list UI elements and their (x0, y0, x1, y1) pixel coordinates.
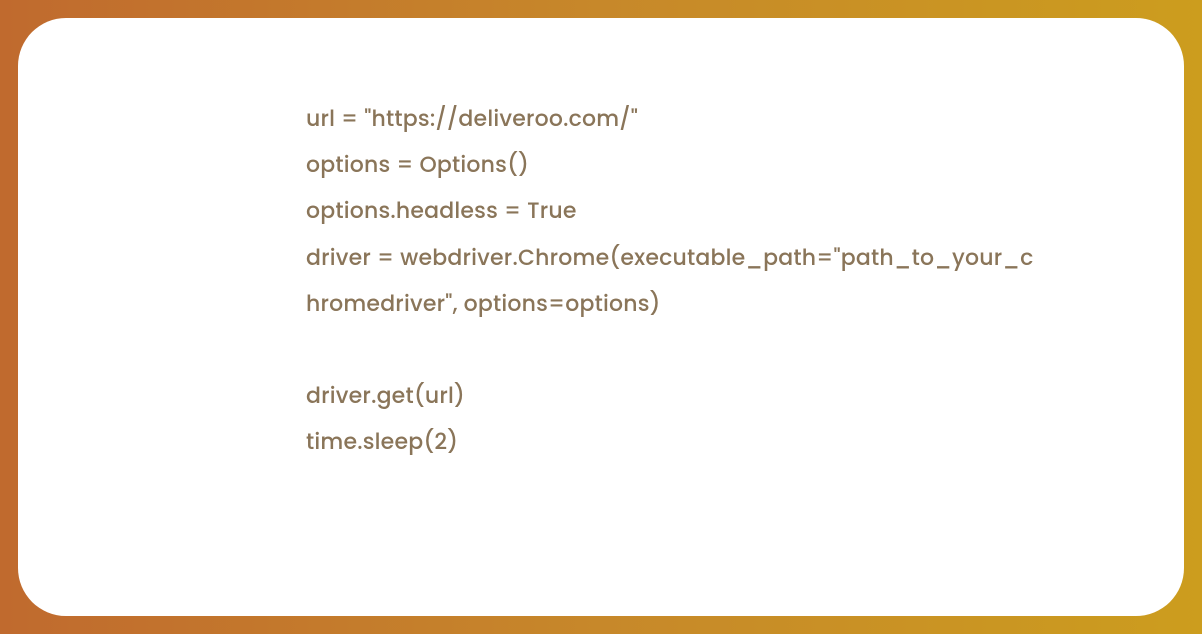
code-line: options = Options() (306, 142, 1034, 188)
code-card: url = "https://deliveroo.com/" options =… (18, 18, 1184, 616)
code-line: driver = webdriver.Chrome(executable_pat… (306, 235, 1034, 327)
code-line: url = "https://deliveroo.com/" (306, 96, 1034, 142)
code-line: options.headless = True (306, 188, 1034, 234)
code-line: time.sleep(2) (306, 419, 1034, 465)
blank-line (306, 327, 1034, 373)
code-line: driver.get(url) (306, 373, 1034, 419)
code-block: url = "https://deliveroo.com/" options =… (306, 96, 1034, 465)
